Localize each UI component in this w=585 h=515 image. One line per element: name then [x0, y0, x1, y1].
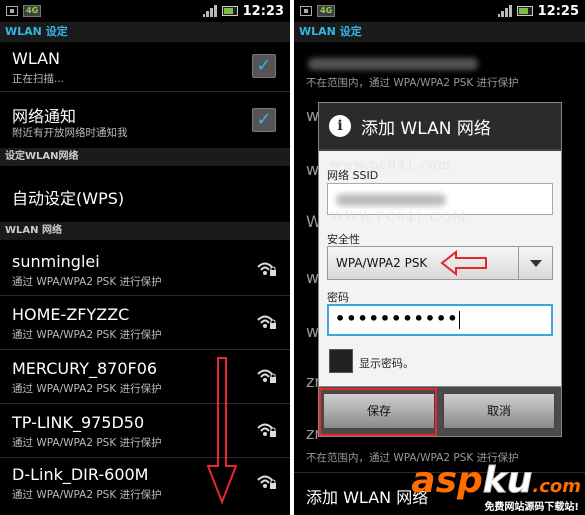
battery-icon — [221, 6, 238, 16]
security-value: WPA/WPA2 PSK — [336, 256, 428, 270]
add-network-row[interactable]: 添加 WLAN 网络 — [306, 484, 428, 508]
network-ssid: D-Link_DIR-600M — [12, 465, 149, 484]
network-security: 通过 WPA/WPA2 PSK 进行保护 — [12, 383, 162, 395]
clock: 12:23 — [242, 3, 284, 19]
network-ssid: TP-LINK_975D50 — [12, 413, 145, 432]
status-bar: 4G 12:23 — [0, 0, 290, 22]
scroll-down-arrow-icon — [206, 357, 238, 504]
wps-title: 自动设定(WPS) — [12, 189, 125, 208]
network-row-home[interactable]: HOME-ZFYZZC 通过 WPA/WPA2 PSK 进行保护 — [0, 297, 290, 347]
network-security: 通过 WPA/WPA2 PSK 进行保护 — [12, 489, 162, 501]
clock: 12:25 — [537, 3, 579, 19]
wifi-lock-icon — [256, 421, 278, 439]
show-password-checkbox[interactable] — [329, 349, 353, 373]
info-icon: i — [329, 115, 351, 137]
network-type-icon: 4G — [317, 5, 336, 17]
network-notify-row[interactable]: 网络通知 附近有开放网络时通知我 ✓ — [0, 95, 290, 145]
security-label: 安全性 — [327, 233, 360, 246]
wifi-lock-icon — [256, 473, 278, 491]
notify-sub: 附近有开放网络时通知我 — [12, 127, 128, 139]
wifi-lock-icon — [256, 367, 278, 385]
notify-checkbox[interactable]: ✓ — [252, 108, 276, 132]
network-type-icon: 4G — [23, 5, 42, 17]
cancel-button[interactable]: 取消 — [443, 393, 555, 429]
aspku-logo: aspku.com — [411, 460, 581, 502]
section-header-networks: WLAN 网络 — [0, 222, 290, 240]
status-bar: 4G 12:25 — [294, 0, 585, 22]
network-ssid: sunminglei — [12, 252, 100, 271]
usb-icon — [6, 6, 18, 16]
logo-slogan: 免费网站源码下载站! — [484, 498, 579, 513]
wlan-title: WLAN — [12, 49, 61, 68]
usb-icon — [300, 6, 312, 16]
dialog-header: i 添加 WLAN 网络 — [319, 103, 561, 151]
network-row-mercury[interactable]: MERCURY_870F06 通过 WPA/WPA2 PSK 进行保护 — [0, 351, 290, 401]
network-security: 通过 WPA/WPA2 PSK 进行保护 — [12, 329, 162, 341]
blurred-ssid — [308, 58, 478, 70]
dialog-title: 添加 WLAN 网络 — [361, 118, 491, 139]
password-label: 密码 — [327, 291, 349, 304]
divider — [0, 349, 290, 350]
wps-row[interactable]: 自动设定(WPS) — [0, 168, 290, 220]
wlan-status: 正在扫描... — [12, 73, 65, 85]
password-value: ••••••••••• — [335, 309, 459, 328]
network-security: 通过 WPA/WPA2 PSK 进行保护 — [12, 276, 162, 288]
divider — [0, 457, 290, 458]
network-ssid: HOME-ZFYZZC — [12, 305, 130, 324]
dropdown-arrow-icon — [518, 247, 552, 279]
watermark-text: www.pc841.com — [330, 158, 451, 173]
divider — [0, 403, 290, 404]
divider — [0, 295, 290, 296]
notify-title: 网络通知 — [12, 107, 77, 126]
signal-icon — [497, 5, 512, 17]
section-header-setup: 设定WLAN网络 — [0, 148, 290, 166]
network-row-sunminglei[interactable]: sunminglei 通过 WPA/WPA2 PSK 进行保护 — [0, 244, 290, 294]
divider — [0, 91, 290, 92]
network-row-dlink[interactable]: D-Link_DIR-600M 通过 WPA/WPA2 PSK 进行保护 — [0, 459, 290, 509]
wlan-checkbox[interactable]: ✓ — [252, 54, 276, 78]
battery-icon — [516, 6, 533, 16]
blurred-ssid-value — [336, 194, 446, 206]
watermark-text: WWW.PC841.COM — [330, 210, 467, 225]
wifi-lock-icon — [256, 313, 278, 331]
show-password-label: 显示密码。 — [359, 357, 414, 370]
out-of-range-text: 不在范围内，通过 WPA/WPA2 PSK 进行保护 — [306, 77, 519, 89]
wlan-toggle-row[interactable]: WLAN 正在扫描... ✓ — [0, 42, 290, 90]
left-pointing-arrow-icon — [440, 250, 487, 276]
screen-header: WLAN 设定 — [0, 22, 290, 42]
network-row-tplink[interactable]: TP-LINK_975D50 通过 WPA/WPA2 PSK 进行保护 — [0, 405, 290, 455]
network-ssid: MERCURY_870F06 — [12, 359, 158, 378]
left-screen: 4G 12:23 WLAN 设定 WLAN 正在扫描... ✓ 网络通知 附近有… — [0, 0, 290, 515]
password-input[interactable]: ••••••••••• — [327, 304, 553, 336]
save-highlight-box — [319, 388, 437, 436]
wifi-lock-icon — [256, 260, 278, 278]
network-security: 通过 WPA/WPA2 PSK 进行保护 — [12, 437, 162, 449]
screen-header: WLAN 设定 — [294, 22, 585, 42]
signal-icon — [202, 5, 217, 17]
